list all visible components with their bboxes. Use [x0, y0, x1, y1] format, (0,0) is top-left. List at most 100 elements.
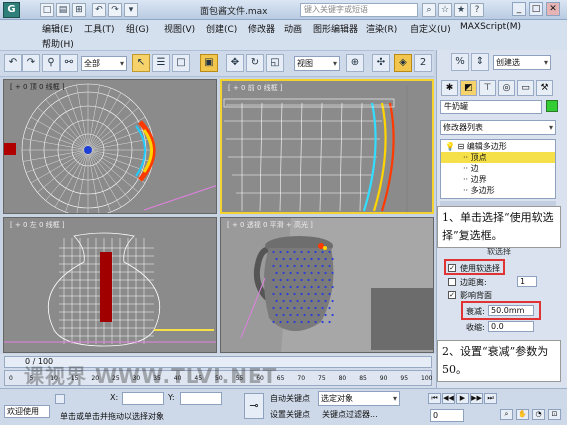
viewport-front[interactable]: [ + 0 前 0 线框 ]	[220, 79, 434, 214]
viewport-left-label[interactable]: [ + 0 左 0 线框 ]	[10, 220, 65, 230]
favorites-icon[interactable]: ★	[454, 3, 468, 17]
stack-item-border[interactable]: ·· 边界	[441, 174, 555, 185]
viewport-top-label[interactable]: [ + 0 顶 0 线框 ]	[10, 82, 65, 92]
window-crossing-icon[interactable]: ▣	[200, 54, 218, 72]
jug-perspective-shaded	[240, 218, 433, 352]
unlink-icon[interactable]: ⚯	[60, 54, 78, 72]
menu-rendering[interactable]: 渲染(R)	[366, 22, 397, 35]
set-key-icon[interactable]: ⊸	[244, 393, 264, 419]
object-name-field[interactable]: 牛奶罐	[440, 100, 542, 114]
undo-toolbar-icon[interactable]: ↶	[4, 54, 22, 72]
selection-region-icon[interactable]: □	[172, 54, 190, 72]
motion-tab-icon[interactable]: ◎	[498, 80, 515, 96]
highlight-use-soft-selection	[444, 259, 505, 275]
y-coordinate-label: Y:	[168, 393, 175, 402]
menu-maxscript[interactable]: MAXScript(M)	[460, 22, 521, 32]
quick-access-dropdown-icon[interactable]: ▾	[124, 3, 138, 17]
key-filter-dropdown[interactable]: 选定对象	[318, 391, 400, 406]
named-selection-sets-dropdown[interactable]: 创建选	[493, 55, 551, 70]
search-icon[interactable]: ⌕	[422, 3, 436, 17]
highlight-falloff	[461, 301, 541, 320]
maxscript-listener[interactable]: 欢迎使用	[4, 405, 50, 418]
goto-start-icon[interactable]: ⏮	[428, 393, 441, 404]
key-filters-button[interactable]: 关键点过滤器...	[322, 409, 378, 420]
current-frame-field[interactable]: 0	[430, 409, 464, 422]
play-icon[interactable]: ▶	[456, 393, 469, 404]
viewport-front-label[interactable]: [ + 0 前 0 线框 ]	[228, 83, 283, 93]
menu-create[interactable]: 创建(C)	[206, 22, 237, 35]
viewport-perspective[interactable]: [ + 0 透视 0 平滑 + 高光 ]	[220, 217, 434, 353]
edge-distance-spinner[interactable]: 1	[517, 276, 537, 287]
affect-backfacing-checkbox[interactable]: ✓	[448, 291, 456, 299]
selection-lock-icon[interactable]	[55, 394, 65, 404]
modify-tab-icon[interactable]: ◩	[460, 80, 477, 96]
menu-group[interactable]: 组(G)	[126, 22, 149, 35]
minimize-button[interactable]: _	[512, 2, 526, 16]
menu-help[interactable]: 帮助(H)	[42, 37, 74, 50]
stack-item-vertex[interactable]: ·· 顶点	[441, 152, 555, 163]
modifier-list-dropdown[interactable]: 修改器列表	[440, 120, 556, 135]
create-tab-icon[interactable]: ✱	[441, 80, 458, 96]
pinch-spinner[interactable]: 0.0	[488, 321, 534, 332]
x-coordinate-field[interactable]	[122, 392, 164, 405]
next-frame-icon[interactable]: ▶▶	[470, 393, 483, 404]
stack-item-polygon[interactable]: ·· 多边形	[441, 185, 555, 196]
menu-graph-editors[interactable]: 图形编辑器	[313, 22, 358, 35]
menu-views[interactable]: 视图(V)	[164, 22, 195, 35]
save-file-icon[interactable]: ⊞	[72, 3, 86, 17]
scale-icon[interactable]: ◱	[266, 54, 284, 72]
reference-coordinate-dropdown[interactable]: 视图	[294, 56, 340, 71]
stack-item-label: 边	[470, 164, 479, 173]
hierarchy-tab-icon[interactable]: ⊤	[479, 80, 496, 96]
keyboard-shortcut-override-icon[interactable]: ◈	[394, 54, 412, 72]
auto-key-button[interactable]: 自动关键点	[270, 393, 310, 404]
community-icon[interactable]: ☆	[438, 3, 452, 17]
menu-tools[interactable]: 工具(T)	[84, 22, 115, 35]
spinner-snap-icon[interactable]: ⇕	[471, 53, 489, 71]
open-file-icon[interactable]: ▤	[56, 3, 70, 17]
maximize-viewport-icon[interactable]: ⊡	[548, 409, 561, 420]
stack-item-edge[interactable]: ·· 边	[441, 163, 555, 174]
snap-toggle-icon[interactable]: 2	[414, 54, 432, 72]
maximize-button[interactable]: □	[529, 2, 543, 16]
edge-distance-checkbox[interactable]	[448, 278, 456, 286]
status-prompt: 单击或单击并拖动以选择对象	[60, 412, 164, 421]
stack-item-edit-poly[interactable]: 💡 ⊟ 编辑多边形	[441, 141, 555, 152]
stack-item-label: 顶点	[470, 153, 487, 162]
y-coordinate-field[interactable]	[180, 392, 222, 405]
menu-modifiers[interactable]: 修改器	[248, 22, 275, 35]
close-button[interactable]: ✕	[546, 2, 560, 16]
redo-toolbar-icon[interactable]: ↷	[22, 54, 40, 72]
menu-edit[interactable]: 编辑(E)	[42, 22, 73, 35]
orbit-icon[interactable]: ◔	[532, 409, 545, 420]
rotate-icon[interactable]: ↻	[246, 54, 264, 72]
help-search-input[interactable]: 键入关键字或短语	[300, 3, 418, 17]
help-icon[interactable]: ?	[470, 3, 484, 17]
goto-end-icon[interactable]: ⏭	[484, 393, 497, 404]
utilities-tab-icon[interactable]: ⚒	[536, 80, 553, 96]
previous-frame-icon[interactable]: ◀◀	[442, 393, 455, 404]
display-tab-icon[interactable]: ▭	[517, 80, 534, 96]
pivot-center-icon[interactable]: ⊕	[346, 54, 364, 72]
undo-icon[interactable]: ↶	[92, 3, 106, 17]
menu-customize[interactable]: 自定义(U)	[410, 22, 451, 35]
select-by-name-icon[interactable]: ☰	[152, 54, 170, 72]
object-color-swatch[interactable]	[546, 100, 558, 112]
viewport-top[interactable]: [ + 0 顶 0 线框 ]	[3, 79, 217, 214]
zoom-icon[interactable]: ⌕	[500, 409, 513, 420]
viewport-perspective-label[interactable]: [ + 0 透视 0 平滑 + 高光 ]	[227, 220, 313, 230]
selection-filter-dropdown[interactable]: 全部	[81, 56, 127, 71]
redo-icon[interactable]: ↷	[108, 3, 122, 17]
new-file-icon[interactable]: □	[40, 3, 54, 17]
set-key-button[interactable]: 设置关键点	[270, 409, 310, 420]
link-icon[interactable]: ⚲	[42, 54, 60, 72]
pan-icon[interactable]: ✋	[516, 409, 529, 420]
menu-animation[interactable]: 动画	[284, 22, 302, 35]
app-logo-icon[interactable]: G	[3, 2, 20, 18]
jug-top-wireframe	[4, 83, 216, 213]
viewport-left[interactable]: [ + 0 左 0 线框 ]	[3, 217, 217, 353]
percent-snap-icon[interactable]: %	[451, 53, 469, 71]
select-object-icon[interactable]: ↖	[132, 54, 150, 72]
select-manipulate-icon[interactable]: ✣	[372, 54, 390, 72]
move-icon[interactable]: ✥	[226, 54, 244, 72]
